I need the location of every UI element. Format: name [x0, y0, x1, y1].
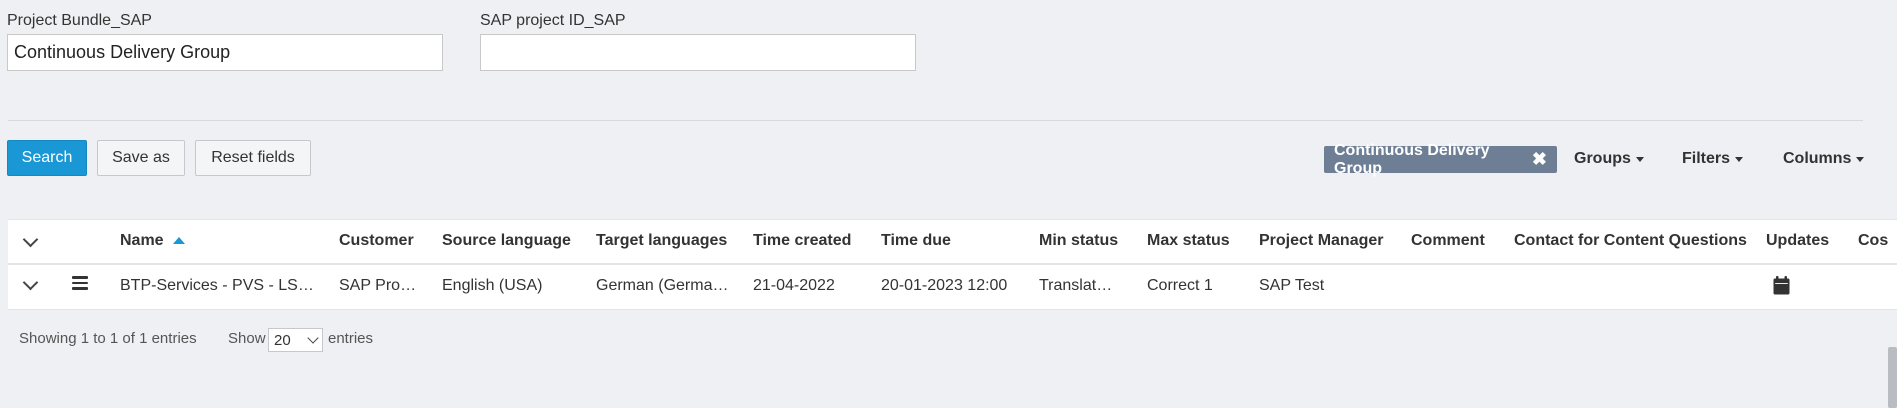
project-id-label: SAP project ID_SAP [480, 12, 626, 29]
filters-dropdown[interactable]: Filters [1682, 150, 1744, 168]
sort-ascending-icon [173, 237, 185, 244]
filter-chip: Continuous Delivery Group ✖ [1324, 142, 1557, 177]
cell-target-languages: German (Germa… [596, 277, 729, 294]
show-label: Show [228, 330, 266, 347]
columns-label: Columns [1783, 150, 1852, 167]
cell-min-status: Translat… [1039, 277, 1113, 294]
header-divider [8, 263, 1897, 265]
calendar-icon[interactable] [1773, 276, 1790, 295]
projects-table: Name Customer Source language Target lan… [8, 219, 1897, 310]
cell-source-language: English (USA) [442, 277, 543, 294]
col-header-comment[interactable]: Comment [1411, 232, 1485, 250]
chevron-down-icon [307, 332, 319, 344]
cell-max-status: Correct 1 [1147, 277, 1213, 294]
filters-label: Filters [1682, 150, 1731, 167]
row-menu-icon[interactable] [72, 276, 88, 290]
col-header-target-languages[interactable]: Target languages [596, 232, 727, 250]
cell-project-manager: SAP Test [1259, 277, 1325, 294]
cell-time-due: 20-01-2023 12:00 [881, 277, 1008, 294]
col-header-customer[interactable]: Customer [339, 232, 414, 250]
col-header-time-created[interactable]: Time created [753, 232, 851, 250]
col-header-max-status[interactable]: Max status [1147, 232, 1230, 250]
col-header-contact[interactable]: Contact for Content Questions [1514, 232, 1747, 250]
cell-time-created: 21-04-2022 [753, 277, 835, 294]
page-size-value: 20 [274, 331, 291, 349]
columns-dropdown[interactable]: Columns [1783, 150, 1865, 168]
page-size-select[interactable]: 20 [268, 328, 323, 352]
caret-down-icon [1635, 156, 1644, 162]
groups-dropdown[interactable]: Groups [1574, 150, 1644, 168]
bundle-label: Project Bundle_SAP [7, 12, 152, 29]
save-as-button[interactable]: Save as [97, 140, 185, 176]
entries-label: entries [328, 330, 374, 347]
groups-label: Groups [1574, 150, 1631, 167]
search-button[interactable]: Search [7, 140, 87, 176]
col-header-cost[interactable]: Cos [1858, 232, 1888, 250]
col-header-min-status[interactable]: Min status [1039, 232, 1118, 250]
col-header-time-due[interactable]: Time due [881, 232, 951, 250]
col-header-project-manager[interactable]: Project Manager [1259, 232, 1383, 250]
caret-down-icon [1856, 156, 1865, 162]
chevron-down-icon[interactable] [22, 231, 39, 248]
divider [8, 120, 1863, 121]
col-header-updates[interactable]: Updates [1766, 232, 1829, 250]
caret-down-icon [1735, 156, 1744, 162]
col-header-name[interactable]: Name [120, 232, 164, 250]
project-id-input[interactable] [480, 34, 916, 71]
close-icon[interactable]: ✖ [1532, 149, 1547, 170]
showing-entries-text: Showing 1 to 1 of 1 entries [19, 330, 197, 347]
cell-name[interactable]: BTP-Services - PVS - LS… [120, 277, 314, 295]
scrollbar-thumb[interactable] [1888, 347, 1897, 408]
col-header-source-language[interactable]: Source language [442, 232, 571, 250]
filter-chip-label: Continuous Delivery Group [1334, 141, 1490, 177]
reset-fields-button[interactable]: Reset fields [195, 140, 311, 176]
bundle-input[interactable] [7, 34, 443, 71]
row-expand-chevron-icon[interactable] [22, 274, 39, 291]
cell-customer: SAP Pro… [339, 277, 417, 294]
